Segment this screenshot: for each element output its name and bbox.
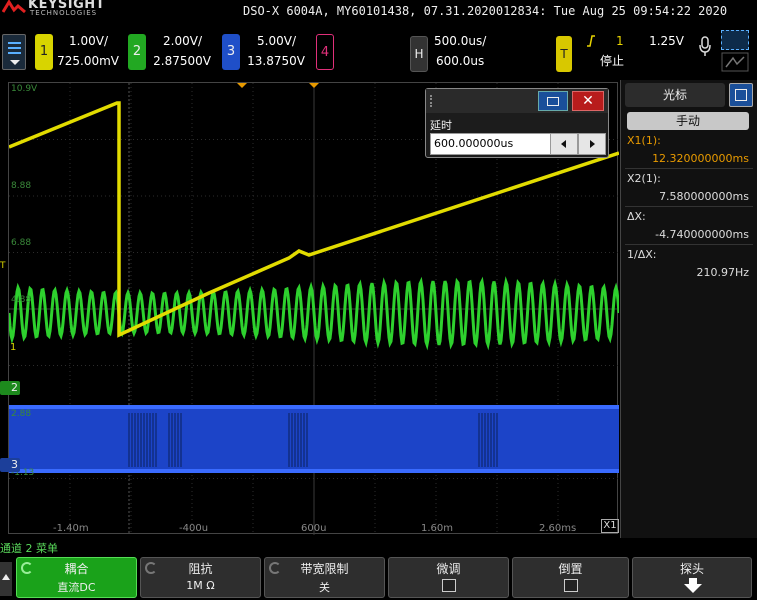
softkey-label: 倒置 [558,562,583,576]
delta-x-value: -4.740000000ms [655,228,749,241]
touch-draw-icon[interactable] [721,52,749,72]
menu-status-bar: 通道 2 菜单 [0,538,757,556]
x2-label: X2(1): [627,172,661,185]
trigger-level-marker[interactable]: T [0,260,10,272]
softkey-label: 耦合 [64,562,89,576]
ch3-marker-label: 3 [11,458,18,471]
delta-x-label: ΔX: [627,210,646,223]
softkey-coupling[interactable]: 耦合 直流DC [16,557,137,598]
ch3-scale: 5.00V/ [257,34,296,48]
cursor-panel-title[interactable]: 光标 [625,83,725,107]
delay-marker [309,83,319,88]
increment-button[interactable] [578,133,606,155]
ch3-trace-bottom [9,469,619,473]
softkey-label: 带宽限制 [300,562,349,576]
x-tick-label: 2.60ms [539,523,577,534]
close-button[interactable]: ✕ [572,91,604,111]
ch3-ground-marker[interactable]: 3 [0,458,20,472]
decrement-button[interactable] [550,133,578,155]
x-tick-label: -400u [179,523,209,534]
trigger-source: 1 [616,34,624,48]
softkey-impedance[interactable]: 阻抗 1M Ω [140,557,261,598]
drag-handle[interactable] [430,95,434,107]
y-scale-label: 10.9V [11,84,38,94]
x-tick-label: -1.40m [53,523,89,534]
chevron-right-icon [590,140,595,148]
x-tick-label: 600u [301,523,327,534]
cursor-panel-menu-button[interactable] [729,83,753,107]
menu-icon [735,89,747,101]
softkey-label: 微调 [436,562,461,576]
x1-value[interactable]: 12.320000000ms [652,152,749,165]
ch1-ground-marker[interactable]: 1 [0,342,16,354]
softkey-bar: 耦合 直流DC 阻抗 1M Ω 带宽限制 关 微调 倒置 探头 [0,556,757,600]
ch3-trace-top [9,405,619,409]
ch2-scale: 2.00V/ [163,34,202,48]
trigger-position-marker [237,83,247,88]
top-status-bar: KEYSIGHT TECHNOLOGIES DSO-X 6004A, MY601… [0,0,757,78]
softkey-fine[interactable]: 微调 [388,557,509,598]
x2-value[interactable]: 7.580000000ms [659,190,749,203]
y-scale-label: 6.88 [11,238,32,248]
softkey-bandwidth-limit[interactable]: 带宽限制 关 [264,557,385,598]
delay-label: 延时 [430,119,452,132]
arrow-down-icon [684,578,702,593]
time-scale: 500.0us/ [434,34,487,48]
cursor-mode-button[interactable]: 手动 [627,112,749,130]
ch3-offset: 13.8750V [247,54,305,68]
menu-icon [8,42,21,44]
softkey-invert[interactable]: 倒置 [512,557,629,598]
microphone-icon[interactable] [698,36,712,58]
softkey-value: 关 [319,581,330,594]
instrument-info: DSO-X 6004A, MY60101438, 07.31.202001283… [243,4,728,18]
trigger-badge[interactable]: T [556,36,572,72]
chevron-down-icon [10,60,20,65]
delay-input[interactable]: 600.000000us [430,133,570,155]
chevron-left-icon [561,140,566,148]
ch3-badge[interactable]: 3 [222,34,240,70]
keysight-logo-icon [2,0,26,14]
x-tick-label: 1.60m [421,523,454,534]
invert-checkbox[interactable] [563,579,578,592]
dialog-header: ✕ [426,89,608,113]
x1-cursor-marker[interactable]: X1 [601,519,619,533]
brand-subtitle: TECHNOLOGIES [30,9,98,17]
cursor-panel: 光标 手动 X1(1): 12.320000000ms X2(1): 7.580… [620,80,757,538]
ch1-offset: 725.00mV [57,54,119,68]
delay-dialog: ✕ 延时 600.000000us [425,88,609,158]
ch2-ground-marker[interactable]: 2 [0,381,20,395]
inverse-delta-x-value: 210.97Hz [696,266,749,279]
y-scale-label: 4.88 [11,295,32,305]
time-delay: 600.0us [436,54,485,68]
inverse-delta-x-label: 1/ΔX: [627,248,657,261]
ch2-badge[interactable]: 2 [128,34,146,70]
softkey-probe[interactable]: 探头 [632,557,752,598]
trigger-level: 1.25V [649,34,684,48]
horizontal-badge[interactable]: H [410,36,428,72]
fine-checkbox[interactable] [441,579,456,592]
ch1-badge[interactable]: 1 [35,34,53,70]
rising-edge-icon [587,35,595,47]
menu-title: 通道 2 菜单 [0,542,58,555]
y-scale-label: 8.88 [11,181,32,191]
softkey-label: 探头 [679,562,704,576]
menu-icon [547,97,559,106]
softkey-back-button[interactable] [0,562,12,596]
softkey-value: 直流DC [57,581,96,594]
ch2-offset: 2.87500V [153,54,211,68]
x1-label: X1(1): [627,134,661,147]
ch1-marker-label: 1 [10,342,17,353]
arrow-up-icon [2,574,10,580]
softkey-value: 1M Ω [186,579,215,592]
ch3-trace-band [9,409,619,471]
softkey-label: 阻抗 [188,562,213,576]
ch1-scale: 1.00V/ [69,34,108,48]
run-state: 停止 [600,54,625,68]
ch4-badge[interactable]: 4 [316,34,334,70]
ch2-marker-label: 2 [11,381,18,394]
dialog-menu-button[interactable] [538,91,568,111]
main-menu-button[interactable] [2,34,26,70]
y-scale-label: 2.88 [11,409,32,419]
zoom-select-icon[interactable] [721,30,749,50]
